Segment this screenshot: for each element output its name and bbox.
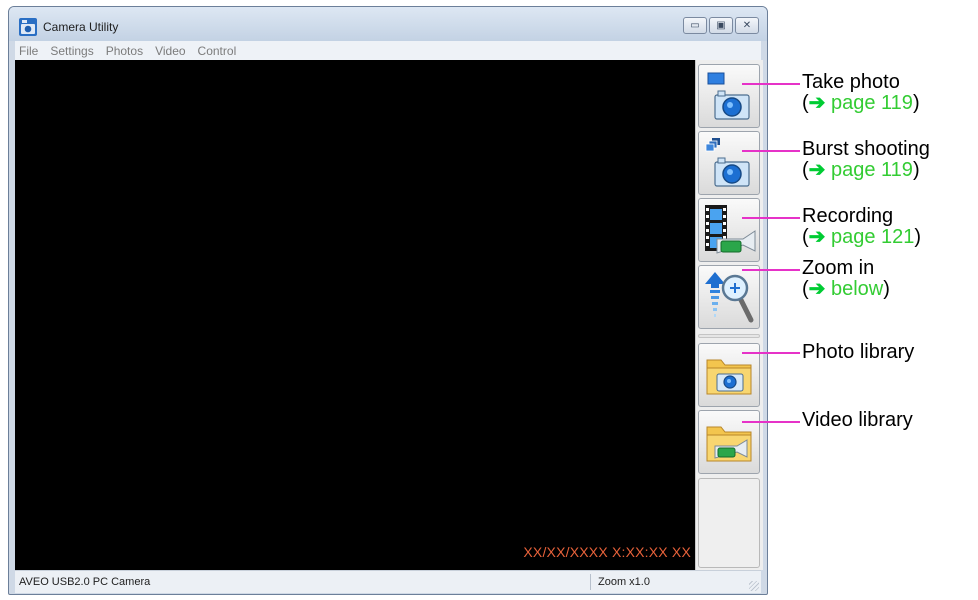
toolbar-empty-slot: [698, 478, 760, 568]
callout-line-burst: [742, 150, 800, 152]
paren-open: (: [802, 92, 809, 114]
callout-label: Burst shooting: [802, 138, 930, 160]
app-icon: [19, 18, 37, 36]
camera-single-icon: [707, 72, 750, 120]
minimize-icon: ▭: [690, 20, 700, 31]
menu-settings[interactable]: Settings: [50, 44, 93, 58]
side-toolbar: [695, 60, 763, 570]
page-ref-link[interactable]: below: [825, 278, 883, 300]
arrow-icon: ➔: [808, 278, 826, 300]
paren-close: ): [912, 159, 920, 181]
arrow-icon: ➔: [808, 226, 826, 248]
window-title: Camera Utility: [43, 20, 119, 34]
arrow-icon: ➔: [808, 159, 826, 181]
toolbar-separator: [698, 334, 760, 338]
zoom-level: Zoom x1.0: [598, 576, 650, 588]
zoom-in-button[interactable]: [698, 265, 760, 329]
page-ref-link[interactable]: page 119: [825, 159, 913, 181]
camera-preview: XX/XX/XXXX X:XX:XX XX: [15, 60, 695, 570]
preview-timestamp: XX/XX/XXXX X:XX:XX XX: [523, 544, 691, 560]
callout-zoom-in: Zoom in (➔ below): [802, 258, 890, 300]
menu-photos[interactable]: Photos: [106, 44, 143, 58]
paren-open: (: [802, 278, 809, 300]
menu-control[interactable]: Control: [198, 44, 237, 58]
status-divider: [590, 574, 591, 590]
callout-label: Take photo: [802, 71, 900, 93]
menu-video[interactable]: Video: [155, 44, 185, 58]
callout-photo-library: Photo library: [802, 342, 914, 363]
callout-label: Recording: [802, 205, 894, 227]
callout-recording: Recording (➔ page 121): [802, 206, 921, 248]
callout-label: Photo library: [802, 341, 915, 363]
callout-burst-shooting: Burst shooting (➔ page 119): [802, 139, 930, 181]
page-ref-link[interactable]: page 121: [825, 226, 914, 248]
paren-close: ): [914, 226, 922, 248]
callout-line-video-library: [742, 421, 800, 423]
take-photo-button[interactable]: [698, 64, 760, 128]
paren-open: (: [802, 159, 809, 181]
status-bar: AVEO USB2.0 PC Camera Zoom x1.0: [15, 570, 761, 593]
paren-close: ): [912, 92, 920, 114]
callout-label: Zoom in: [802, 257, 875, 279]
minimize-button[interactable]: ▭: [683, 17, 707, 34]
page-ref-link[interactable]: page 119: [825, 92, 913, 114]
callout-line-zoom: [742, 269, 800, 271]
callout-take-photo: Take photo (➔ page 119): [802, 72, 920, 114]
close-icon: ✕: [742, 20, 752, 31]
video-library-button[interactable]: [698, 410, 760, 474]
menu-bar: File Settings Photos Video Control: [15, 41, 761, 60]
arrow-icon: ➔: [808, 92, 826, 114]
callout-line-take-photo: [742, 83, 800, 85]
device-name: AVEO USB2.0 PC Camera: [19, 576, 151, 588]
menu-file[interactable]: File: [19, 44, 38, 58]
paren-close: ): [883, 278, 890, 300]
maximize-button[interactable]: ▣: [709, 17, 733, 34]
callout-line-photo-library: [742, 352, 800, 354]
callout-video-library: Video library: [802, 410, 913, 431]
film-camcorder-icon: [705, 205, 756, 254]
close-button[interactable]: ✕: [735, 17, 759, 34]
resize-grip[interactable]: [749, 581, 759, 591]
camera-utility-window: Camera Utility ▭ ▣ ✕ File Settings Photo…: [8, 6, 768, 595]
title-bar[interactable]: Camera Utility ▭ ▣ ✕: [9, 7, 767, 41]
callout-label: Video library: [802, 409, 913, 431]
maximize-icon: ▣: [716, 20, 726, 31]
paren-open: (: [802, 226, 809, 248]
camera-burst-icon: [705, 138, 750, 187]
callout-line-recording: [742, 217, 800, 219]
burst-shooting-button[interactable]: [698, 131, 760, 195]
recording-button[interactable]: [698, 198, 760, 262]
zoom-magnifier-icon: [705, 272, 754, 323]
